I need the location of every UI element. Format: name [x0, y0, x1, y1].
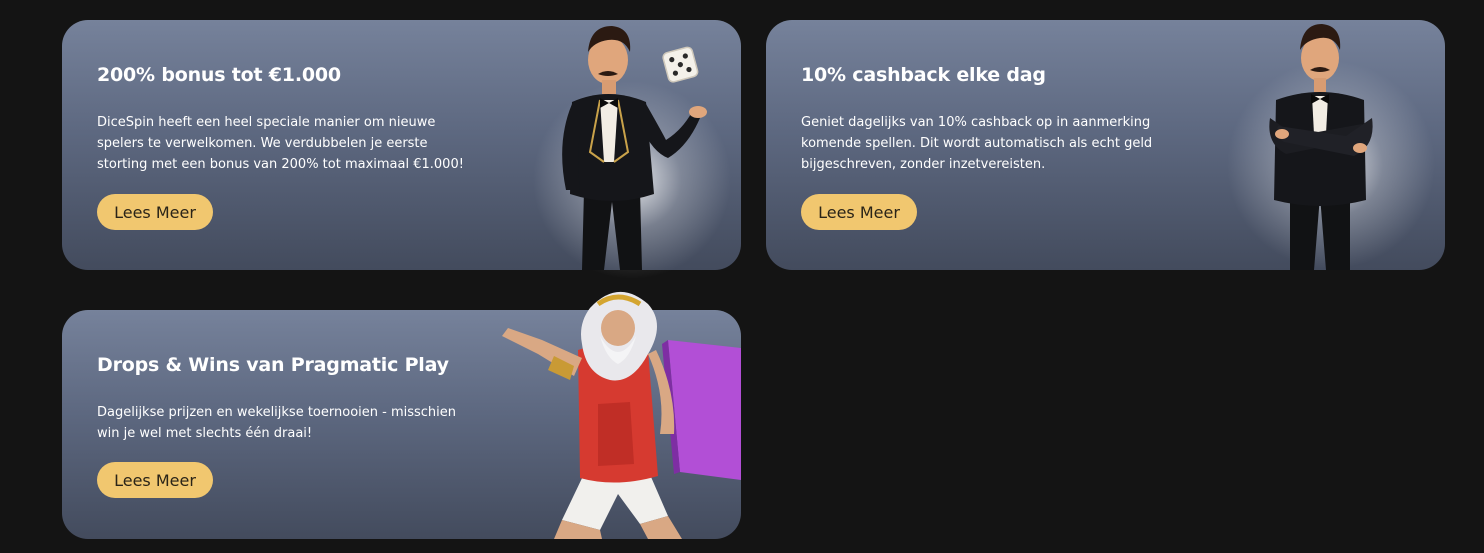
promo-title: 200% bonus tot €1.000 [97, 64, 341, 86]
gentleman-arms-crossed-illustration [1269, 24, 1373, 270]
read-more-button[interactable]: Lees Meer [97, 462, 213, 498]
promo-card-drops-wins: Drops & Wins van Pragmatic Play Dagelijk… [62, 291, 741, 539]
promo-title: 10% cashback elke dag [801, 64, 1046, 86]
gentleman-with-dice-illustration [562, 26, 707, 270]
promo-description: DiceSpin heeft een heel speciale manier … [97, 115, 464, 172]
zeus-illustration [502, 291, 741, 539]
promo-title: Drops & Wins van Pragmatic Play [97, 354, 449, 376]
read-more-button[interactable]: Lees Meer [97, 194, 213, 230]
promo-card-cashback: 10% cashback elke dag Geniet dagelijks v… [766, 20, 1445, 270]
promo-description: Dagelijkse prijzen en wekelijkse toernoo… [97, 405, 457, 441]
read-more-button[interactable]: Lees Meer [801, 194, 917, 230]
promo-card-welcome-bonus: 200% bonus tot €1.000 DiceSpin heeft een… [62, 20, 741, 280]
promo-description: Geniet dagelijks van 10% cashback op in … [801, 115, 1153, 172]
